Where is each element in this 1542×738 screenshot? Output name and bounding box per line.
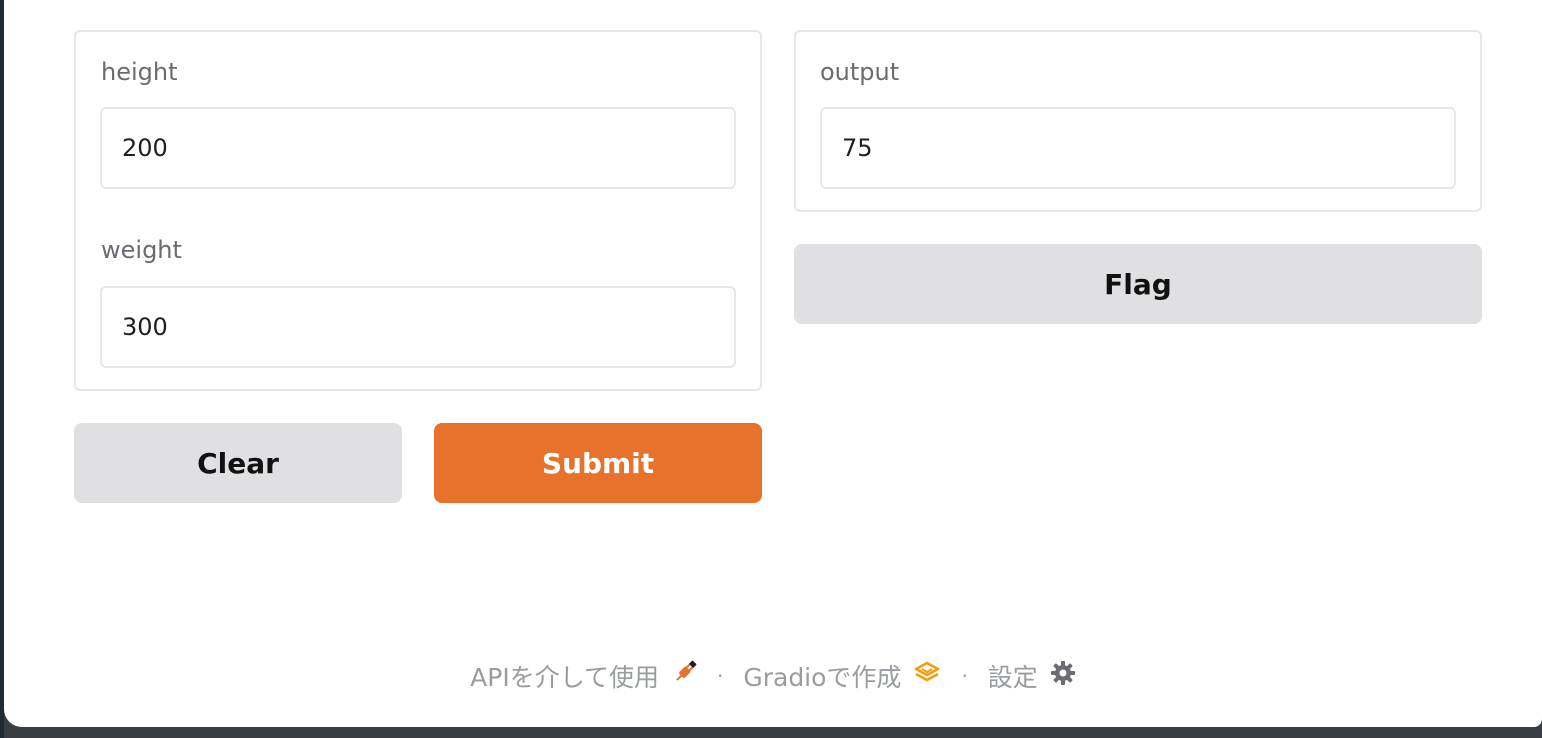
- height-input[interactable]: [100, 107, 736, 189]
- flag-button[interactable]: Flag: [794, 244, 1482, 324]
- clear-button[interactable]: Clear: [74, 423, 402, 503]
- output-field[interactable]: [820, 107, 1456, 189]
- inputs-panel: height weight: [74, 30, 762, 391]
- settings-link-label: 設定: [987, 663, 1038, 692]
- api-link-label: APIを介して使用: [470, 663, 659, 692]
- submit-button[interactable]: Submit: [434, 423, 762, 503]
- gradio-link-label: Gradioで作成: [743, 663, 902, 692]
- height-label: height: [101, 58, 178, 86]
- api-link[interactable]: APIを介して使用: [470, 658, 697, 694]
- gradio-link[interactable]: Gradioで作成: [743, 658, 941, 694]
- weight-input[interactable]: [100, 286, 736, 368]
- footer: APIを介して使用 · Gradioで作成 · 設定: [4, 656, 1542, 696]
- gradio-logo-icon: [913, 660, 941, 692]
- app-window: height weight Clear Submit output Flag A…: [4, 0, 1542, 727]
- footer-separator: ·: [716, 664, 724, 688]
- gear-icon: [1050, 660, 1076, 692]
- weight-label: weight: [101, 236, 182, 264]
- output-panel: output: [794, 30, 1482, 212]
- settings-link[interactable]: 設定: [988, 658, 1076, 694]
- footer-separator: ·: [961, 664, 968, 688]
- plug-icon: [671, 660, 697, 692]
- output-label: output: [820, 58, 900, 86]
